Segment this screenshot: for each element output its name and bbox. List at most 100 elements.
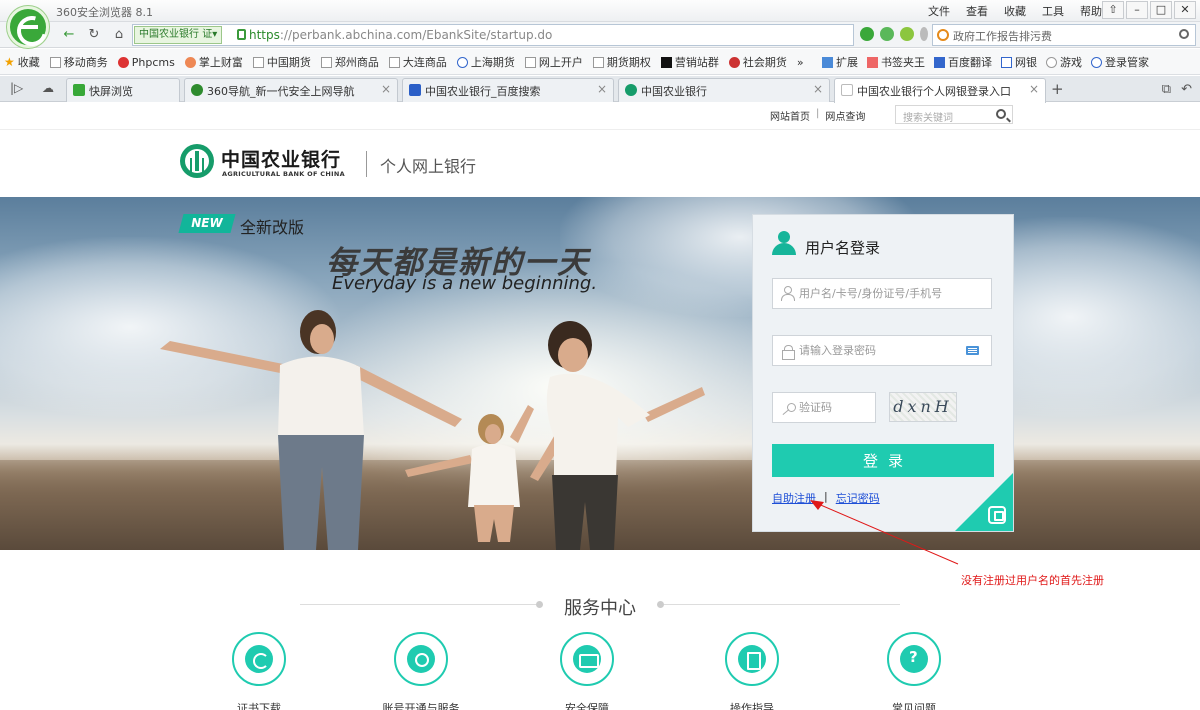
speed-icon[interactable] [900, 27, 914, 41]
tab-360-nav[interactable]: 360导航_新一代安全上网导航 × [184, 78, 398, 102]
site-search-box[interactable]: 搜索关键词 [895, 105, 1013, 124]
window-title: 360安全浏览器 8.1 [56, 6, 153, 19]
user-icon [771, 231, 797, 255]
mobile-login-icon[interactable] [988, 506, 1006, 524]
close-icon[interactable]: × [381, 82, 391, 96]
refresh-icon[interactable]: ↻ [83, 25, 105, 45]
bookmark-item[interactable]: Phpcms [117, 54, 175, 70]
bookmark-favorites[interactable]: ★ 收藏 [4, 54, 40, 70]
bank-name-en: AGRICULTURAL BANK OF CHINA [222, 170, 345, 178]
service-faq[interactable] [887, 632, 941, 686]
hero-banner: NEW 全新改版 每天都是新的一天 Everyday is a new begi… [0, 197, 1200, 550]
bookmark-list: ★ 收藏 移动商务 Phpcms 掌上财富 中国期货 郑州商品 大连商品 上海期货… [4, 54, 804, 70]
undo-close-icon[interactable]: ↶ [1181, 82, 1192, 97]
search-icon[interactable] [1179, 29, 1189, 39]
close-icon[interactable]: × [813, 82, 823, 96]
home-icon[interactable]: ⌂ [108, 25, 130, 45]
back-icon[interactable]: ← [58, 25, 80, 45]
abc-logo-icon[interactable] [180, 144, 214, 178]
menu-view[interactable]: 查看 [964, 3, 990, 19]
menu-file[interactable]: 文件 [926, 3, 952, 19]
link-branch-search[interactable]: 网点查询 [825, 108, 865, 123]
bookmark-item[interactable]: 大连商品 [388, 54, 447, 70]
translate-icon [934, 56, 945, 68]
bookmark-item[interactable]: 社会期货 [728, 54, 787, 70]
search-engine-icon[interactable] [937, 29, 949, 41]
document-icon [738, 645, 766, 673]
login-manager-button[interactable]: 登录管家 [1091, 54, 1149, 70]
captcha-field[interactable] [772, 392, 876, 423]
bookmark-item[interactable]: 掌上财富 [184, 54, 243, 70]
dropdown-icon[interactable] [920, 27, 928, 41]
cloud-icon[interactable]: ☁ [42, 81, 54, 95]
service-certificate-download[interactable] [232, 632, 286, 686]
tab-baidu-search[interactable]: 中国农业银行_百度搜索 × [402, 78, 614, 102]
tab-bar: |▷ ☁ 快屏浏览 360导航_新一代安全上网导航 × 中国农业银行_百度搜索 … [0, 76, 1200, 103]
forgot-password-link[interactable]: 忘记密码 [836, 490, 880, 506]
minimize-button[interactable]: – [1126, 1, 1148, 19]
service-guide[interactable] [725, 632, 779, 686]
close-button[interactable]: ✕ [1174, 1, 1196, 19]
bookmark-tool-item[interactable]: 书签夹王 [867, 54, 925, 70]
new-tab-icon[interactable]: + [1051, 80, 1064, 98]
url-text[interactable]: https://perbank.abchina.com/EbankSite/st… [249, 28, 552, 42]
refresh-icon [245, 645, 273, 673]
menu-tools[interactable]: 工具 [1040, 3, 1066, 19]
ebank-button[interactable]: 网银 [1001, 54, 1037, 70]
bookmark-item[interactable]: 中国期货 [252, 54, 311, 70]
service-label: 账号开通与服务 [382, 702, 460, 710]
password-input[interactable] [799, 336, 979, 365]
user-icon [1091, 56, 1102, 68]
service-security[interactable] [560, 632, 614, 686]
bookmark-item[interactable]: 上海期货 [456, 54, 515, 70]
translate-button[interactable]: 百度翻译 [934, 54, 992, 70]
sidebar-toggle-icon[interactable]: |▷ [10, 81, 23, 95]
security-shield-icon[interactable] [860, 27, 874, 41]
close-icon[interactable]: × [597, 82, 607, 96]
lock-icon [782, 345, 795, 360]
close-icon[interactable]: × [1029, 82, 1039, 96]
captcha-image[interactable]: dxnH [889, 392, 957, 422]
extensions-button[interactable]: 扩展 [822, 54, 858, 70]
search-icon[interactable] [996, 109, 1006, 119]
page-icon [456, 56, 468, 68]
games-button[interactable]: 游戏 [1046, 54, 1082, 70]
slogan-en: Everyday is a new beginning. [332, 273, 598, 294]
service-account-open[interactable] [394, 632, 448, 686]
bookmark-more-icon[interactable]: » [797, 54, 804, 70]
new-badge: NEW [178, 214, 236, 233]
username-input[interactable] [799, 279, 979, 308]
navigation-bar: ← ↻ ⌂ 中国农业银行 证▾ https://perbank.abchina.… [0, 22, 1200, 48]
address-bar[interactable]: 中国农业银行 证▾ https://perbank.abchina.com/Eb… [132, 24, 854, 46]
page-icon [728, 56, 740, 68]
bookmark-item[interactable]: 郑州商品 [320, 54, 379, 70]
restore-tabs-icon[interactable]: ⧉ [1162, 82, 1171, 97]
page-icon [388, 56, 400, 68]
cert-badge[interactable]: 中国农业银行 证▾ [134, 26, 223, 44]
skin-icon[interactable]: ⇧ [1102, 1, 1124, 19]
bookmark-bar: ★ 收藏 移动商务 Phpcms 掌上财富 中国期货 郑州商品 大连商品 上海期货… [0, 49, 1200, 75]
extension-icon[interactable] [880, 27, 894, 41]
menu-favorites[interactable]: 收藏 [1002, 3, 1028, 19]
login-links: 自助注册 | 忘记密码 [772, 490, 880, 506]
tab-abc-login[interactable]: 中国农业银行个人网银登录入口 × [834, 78, 1046, 103]
tab-quick-browse[interactable]: 快屏浏览 [66, 78, 180, 102]
browser-logo-icon[interactable] [7, 6, 49, 48]
service-label: 安全保障 [565, 702, 609, 710]
password-field[interactable] [772, 335, 992, 366]
captcha-input[interactable] [799, 393, 869, 422]
link-site-home[interactable]: 网站首页 [770, 108, 810, 123]
keyboard-icon[interactable] [966, 346, 979, 355]
menu-help[interactable]: 帮助 [1078, 3, 1104, 19]
page-content: 网站首页 | 网点查询 搜索关键词 中国农业银行 AGRICULTURAL BA… [0, 103, 1200, 710]
bookmark-item[interactable]: 营销站群 [660, 54, 719, 70]
username-field[interactable] [772, 278, 992, 309]
bookmark-item[interactable]: 移动商务 [49, 54, 108, 70]
browser-search-box[interactable]: 政府工作报告排污费 [932, 24, 1196, 46]
bookmark-item[interactable]: 期货期权 [592, 54, 651, 70]
tab-favicon [625, 84, 637, 96]
register-link[interactable]: 自助注册 [772, 490, 816, 506]
tab-abc-home[interactable]: 中国农业银行 × [618, 78, 830, 102]
maximize-button[interactable]: □ [1150, 1, 1172, 19]
bookmark-item[interactable]: 网上开户 [524, 54, 583, 70]
